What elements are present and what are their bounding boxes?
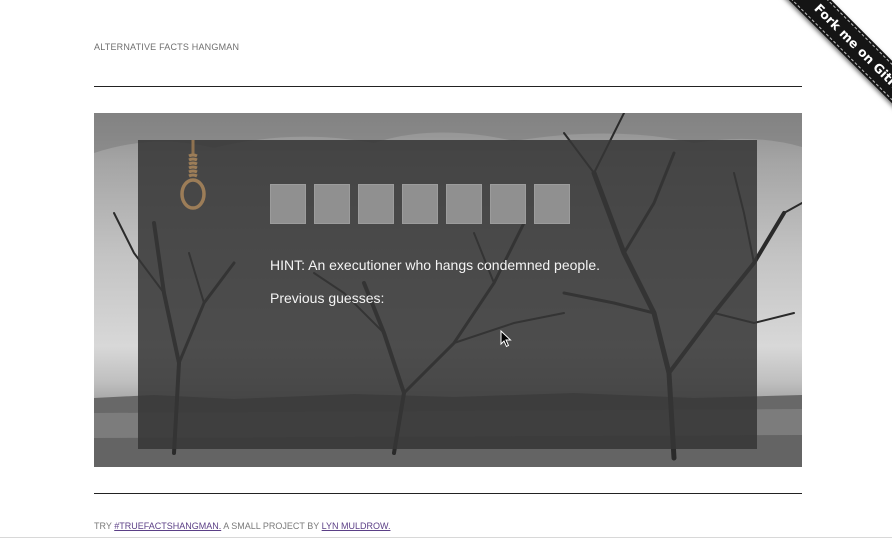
word-tiles	[270, 184, 570, 224]
letter-tile	[534, 184, 570, 224]
letter-tile	[490, 184, 526, 224]
previous-guesses-label: Previous guesses:	[270, 290, 385, 306]
letter-tile	[314, 184, 350, 224]
footer-prefix: TRY	[94, 521, 112, 531]
hashtag-link[interactable]: #TRUEFACTSHANGMAN.	[114, 521, 221, 531]
letter-tile	[270, 184, 306, 224]
letter-tile	[402, 184, 438, 224]
footer-middle: A SMALL PROJECT BY	[223, 521, 320, 531]
noose-icon	[180, 140, 206, 210]
page-bottom-border	[0, 537, 892, 538]
footer-divider	[94, 493, 802, 494]
site-title: ALTERNATIVE FACTS HANGMAN	[94, 42, 240, 52]
hint-text: HINT: An executioner who hangs condemned…	[270, 257, 600, 273]
letter-tile	[446, 184, 482, 224]
mouse-cursor-icon	[500, 330, 512, 348]
game-panel: HINT: An executioner who hangs condemned…	[138, 140, 757, 449]
author-link[interactable]: LYN MULDROW.	[322, 521, 391, 531]
footer-credit: TRY #TRUEFACTSHANGMAN. A SMALL PROJECT B…	[94, 521, 390, 531]
header-divider	[94, 86, 802, 87]
letter-tile	[358, 184, 394, 224]
